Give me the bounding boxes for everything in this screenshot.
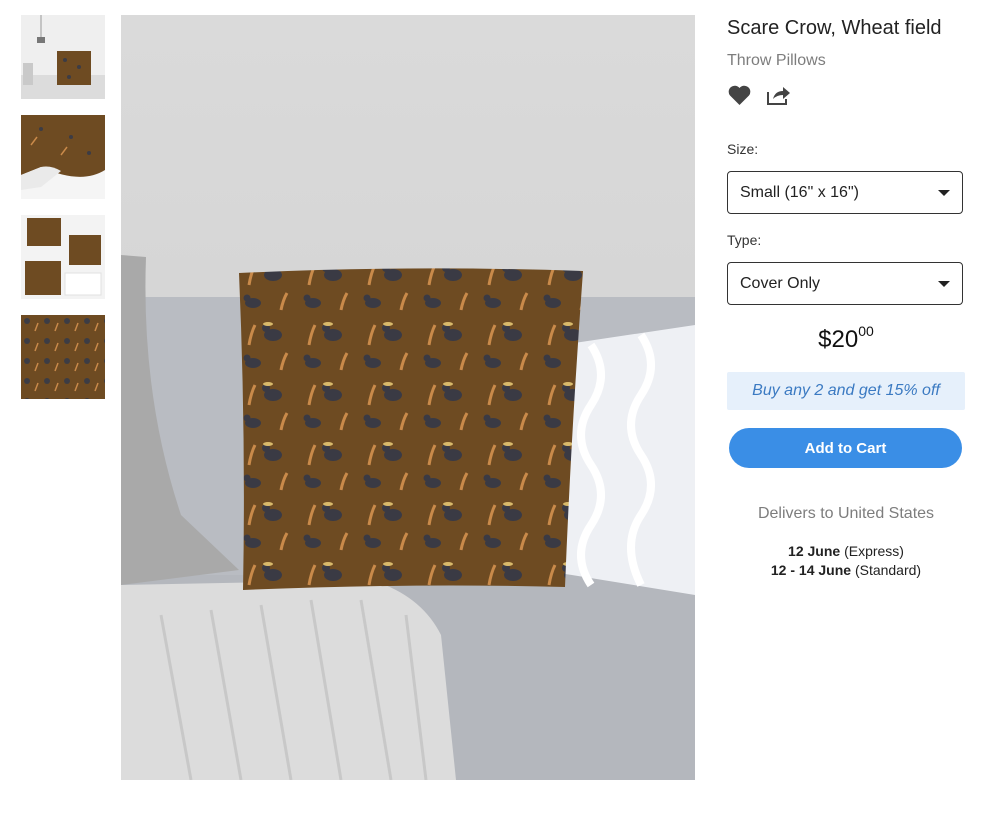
standard-label: (Standard) — [854, 562, 922, 578]
size-label: Size: — [727, 141, 759, 157]
express-date: 12 June — [788, 543, 841, 559]
price: $2000 — [727, 323, 965, 354]
thumbnail-room[interactable] — [21, 15, 105, 99]
type-label: Type: — [727, 232, 762, 248]
thumbnail-pillow-side[interactable] — [21, 115, 105, 199]
express-label: (Express) — [844, 543, 904, 559]
product-category-link[interactable]: Throw Pillows — [727, 52, 826, 70]
delivery-heading: Delivers to United States — [757, 505, 935, 522]
thumbnail-pillows-floor[interactable] — [21, 215, 105, 299]
product-main-image — [121, 15, 695, 780]
promo-banner: Buy any 2 and get 15% off — [727, 372, 965, 410]
shipping-express: 12 June (Express) — [727, 543, 965, 559]
type-select[interactable]: Cover Only — [727, 262, 963, 305]
thumbnail-pattern[interactable] — [21, 315, 105, 399]
chevron-down-icon — [938, 189, 950, 196]
product-title: Scare Crow, Wheat field — [727, 17, 942, 39]
add-to-cart-button[interactable]: Add to Cart — [729, 428, 962, 468]
price-cents: 00 — [858, 323, 874, 339]
size-select-value: Small (16" x 16") — [740, 183, 859, 201]
share-icon[interactable] — [766, 84, 791, 106]
size-select[interactable]: Small (16" x 16") — [727, 171, 963, 214]
price-currency: $ — [818, 326, 832, 353]
type-select-value: Cover Only — [740, 274, 821, 292]
standard-date: 12 - 14 June — [770, 562, 852, 578]
price-whole: 20 — [831, 326, 859, 353]
heart-icon[interactable] — [727, 84, 752, 106]
product-actions — [727, 84, 791, 106]
chevron-down-icon — [938, 280, 950, 287]
shipping-standard: 12 - 14 June (Standard) — [727, 562, 965, 578]
